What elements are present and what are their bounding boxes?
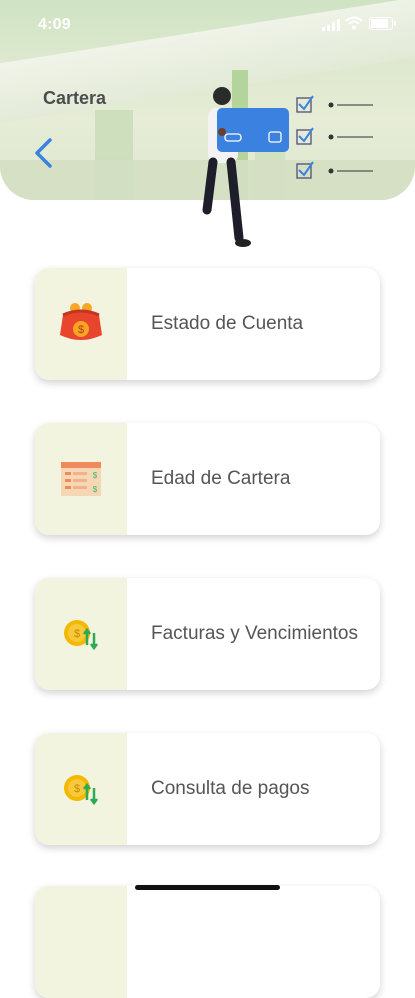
svg-text:$: $ [93, 485, 98, 494]
menu-card-edad-cartera[interactable]: $ $ Edad de Cartera [35, 423, 380, 535]
status-bar: 4:09 [0, 0, 415, 44]
menu-card-label: Edad de Cartera [151, 468, 291, 489]
menu-card-facturas-vencimientos[interactable]: $ Facturas y Vencimientos [35, 578, 380, 690]
menu-card-label: Consulta de pagos [151, 778, 310, 799]
svg-text:$: $ [74, 783, 80, 795]
coin-exchange-icon: $ [64, 620, 98, 651]
battery-icon [369, 17, 396, 30]
home-indicator[interactable] [135, 885, 280, 890]
menu-card-consulta-pagos[interactable]: $ Consulta de pagos [35, 733, 380, 845]
menu-card-partial[interactable] [35, 886, 380, 998]
menu-card-estado-cuenta[interactable]: $ Estado de Cuenta [35, 268, 380, 380]
cellular-signal-icon [322, 18, 340, 31]
menu-card-label: Facturas y Vencimientos [151, 623, 358, 644]
checklist-icon [296, 95, 373, 179]
svg-text:$: $ [74, 628, 80, 640]
svg-text:$: $ [93, 471, 98, 480]
back-chevron-icon[interactable] [30, 136, 56, 170]
status-time: 4:09 [38, 16, 71, 33]
coin-purse-icon: $ [60, 303, 102, 340]
coin-exchange-icon: $ [64, 775, 98, 806]
svg-text:$: $ [78, 324, 84, 336]
payment-card-illustration [202, 87, 373, 247]
wifi-icon [345, 16, 363, 30]
spreadsheet-dollar-icon: $ $ [61, 462, 101, 496]
credit-card-icon [217, 108, 289, 152]
menu-card-label: Estado de Cuenta [151, 313, 304, 334]
page-title: Cartera [43, 88, 107, 108]
icon-pane [35, 886, 127, 998]
